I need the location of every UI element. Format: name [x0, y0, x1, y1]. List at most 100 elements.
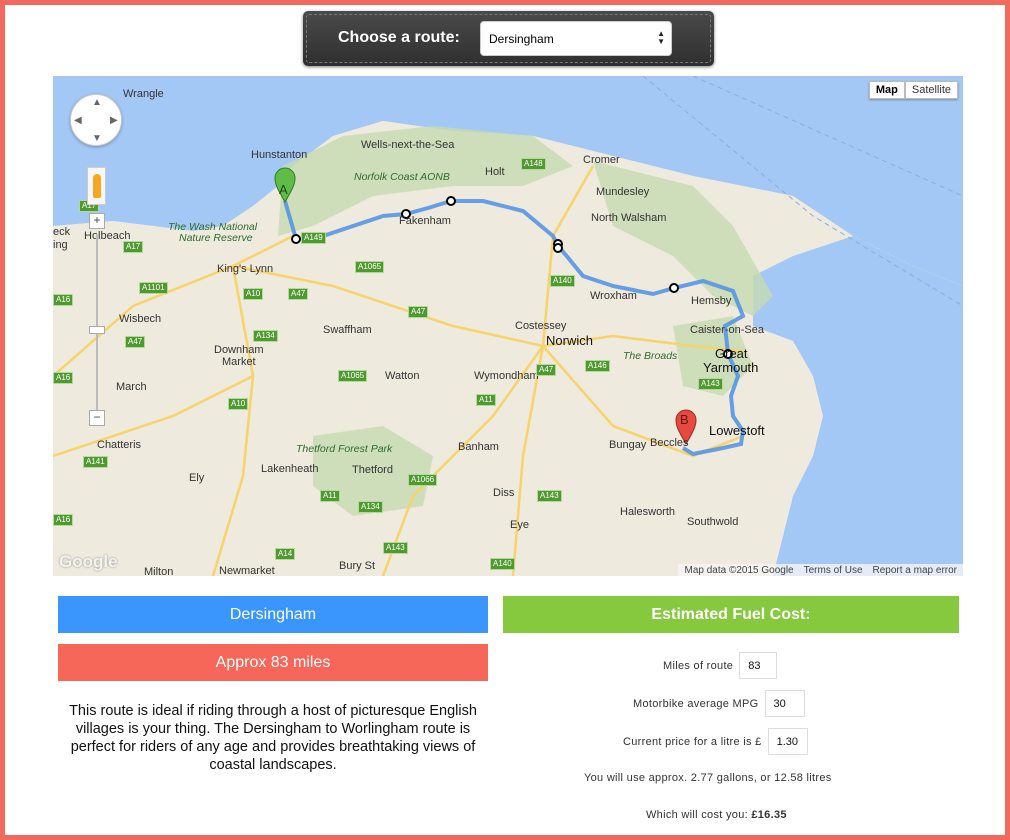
place-label: Eye — [510, 519, 529, 531]
mpg-input[interactable] — [764, 690, 805, 717]
place-label: Caister-on-Sea — [690, 324, 764, 336]
road-shield: A11 — [320, 490, 340, 502]
mpg-label: Motorbike average MPG — [633, 697, 759, 710]
mpg-row: Motorbike average MPG — [633, 690, 805, 717]
place-label: Southwold — [687, 516, 739, 528]
place-label: Fakenham — [399, 215, 451, 227]
map-type-map-button[interactable]: Map — [868, 81, 905, 99]
place-label: Yarmouth — [703, 360, 759, 375]
place-label: Costessey — [515, 320, 567, 332]
road-shield: A143 — [383, 542, 408, 554]
pan-right-icon[interactable]: ▶ — [110, 115, 118, 126]
cost-label: Which will cost you: — [646, 809, 748, 821]
place-label: Lowestoft — [709, 423, 765, 438]
place-label: Halesworth — [620, 506, 676, 518]
route-select-value: Dersingham — [489, 32, 554, 46]
place-label: Beccles — [650, 437, 689, 449]
price-input[interactable] — [767, 728, 808, 755]
road-shield: A134 — [253, 330, 278, 342]
road-shield: A1065 — [355, 261, 385, 273]
fuel-usage-text: You will use approx. 2.77 gallons, or 12… — [584, 772, 832, 784]
place-label: Ely — [189, 472, 205, 484]
route-distance-badge: Approx 83 miles — [58, 644, 488, 681]
place-label: Milton — [144, 566, 174, 576]
road-shield: A1066 — [408, 474, 438, 486]
place-label: Norfolk Coast AONB — [354, 171, 450, 183]
route-map[interactable]: A B Wrangle Hunstanton Wells-next-the-Se… — [53, 76, 963, 576]
pan-up-icon[interactable]: ▲ — [92, 97, 102, 108]
miles-input[interactable] — [739, 652, 778, 679]
place-label: Swaffham — [323, 324, 372, 336]
fuel-cost-line: Which will cost you: £16.35 — [646, 809, 787, 821]
marker-a-label: A — [279, 182, 288, 197]
place-label: Hunstanton — [251, 149, 308, 161]
pan-down-icon[interactable]: ▼ — [92, 133, 102, 144]
road-shield: A1065 — [338, 370, 368, 382]
price-row: Current price for a litre is £ — [623, 728, 808, 755]
road-shield: A10 — [228, 398, 249, 410]
place-label: Downham — [214, 344, 264, 356]
place-label: Mundesley — [596, 186, 650, 198]
cost-value: £16.35 — [751, 809, 787, 821]
road-shield: A47 — [125, 336, 146, 348]
place-label: Wroxham — [590, 290, 637, 302]
zoom-in-button[interactable]: + — [89, 213, 105, 229]
road-shield: A10 — [243, 288, 264, 300]
zoom-slider-handle[interactable] — [89, 326, 105, 334]
place-label: Nature Reserve — [179, 232, 253, 244]
zoom-out-button[interactable]: − — [89, 410, 105, 426]
pan-left-icon[interactable]: ◀ — [74, 115, 82, 126]
map-canvas — [53, 76, 963, 576]
place-label: eck — [53, 226, 71, 238]
map-attribution: Map data ©2015 Google — [684, 564, 794, 576]
street-view-pegman-icon[interactable] — [87, 167, 106, 205]
road-shield: A1101 — [139, 282, 168, 294]
place-label: Diss — [493, 487, 515, 499]
road-shield: A140 — [490, 558, 515, 570]
pan-control[interactable]: ▲ ▼ ◀ ▶ — [70, 94, 122, 146]
map-footer: Map data ©2015 Google Terms of Use Repor… — [678, 564, 963, 576]
place-label: North Walsham — [591, 212, 667, 224]
map-type-control: Map Satellite — [868, 81, 958, 99]
map-type-satellite-button[interactable]: Satellite — [904, 81, 958, 99]
road-shield: A17 — [123, 241, 144, 253]
place-label: Market — [222, 356, 256, 368]
road-shield: A16 — [53, 372, 74, 384]
terms-of-use-link[interactable]: Terms of Use — [804, 565, 863, 576]
road-shield: A143 — [698, 378, 723, 390]
road-shield: A149 — [301, 232, 326, 244]
road-shield: A141 — [83, 456, 108, 468]
place-label: Newmarket — [219, 565, 275, 576]
place-label: March — [116, 381, 147, 393]
place-label: Norwich — [546, 333, 593, 348]
place-label: Cromer — [583, 154, 620, 166]
place-label: Hemsby — [691, 295, 732, 307]
place-label: Lakenheath — [261, 463, 319, 475]
road-shield: A134 — [358, 501, 383, 513]
zoom-slider-track[interactable] — [96, 234, 98, 414]
place-label: Watton — [385, 370, 420, 382]
road-shield: A47 — [408, 306, 429, 318]
place-label: Wymondham — [474, 370, 539, 382]
place-label: Chatteris — [97, 439, 142, 451]
place-label: Wisbech — [119, 313, 162, 325]
road-shield: A11 — [476, 394, 496, 406]
road-shield: A16 — [53, 294, 74, 306]
place-label: Great — [715, 346, 748, 361]
place-label: Thetford — [352, 464, 393, 476]
report-map-error-link[interactable]: Report a map error — [873, 565, 957, 576]
road-shield: A146 — [585, 360, 610, 372]
price-label: Current price for a litre is £ — [623, 735, 762, 748]
marker-b-label: B — [680, 412, 689, 427]
route-select[interactable]: Dersingham ▲ ▼ — [480, 21, 672, 56]
place-label: King's Lynn — [217, 263, 274, 275]
route-description: This route is ideal if riding through a … — [69, 703, 477, 773]
miles-label: Miles of route — [663, 659, 734, 672]
route-chooser-bar: Choose a route: Dersingham ▲ ▼ — [303, 11, 714, 66]
road-shield: A47 — [536, 364, 557, 376]
miles-row: Miles of route — [663, 652, 778, 679]
place-label: Thetford Forest Park — [296, 443, 393, 455]
place-label: Wells-next-the-Sea — [361, 139, 455, 151]
place-label: Bungay — [609, 439, 647, 451]
place-label: The Broads — [623, 350, 678, 362]
